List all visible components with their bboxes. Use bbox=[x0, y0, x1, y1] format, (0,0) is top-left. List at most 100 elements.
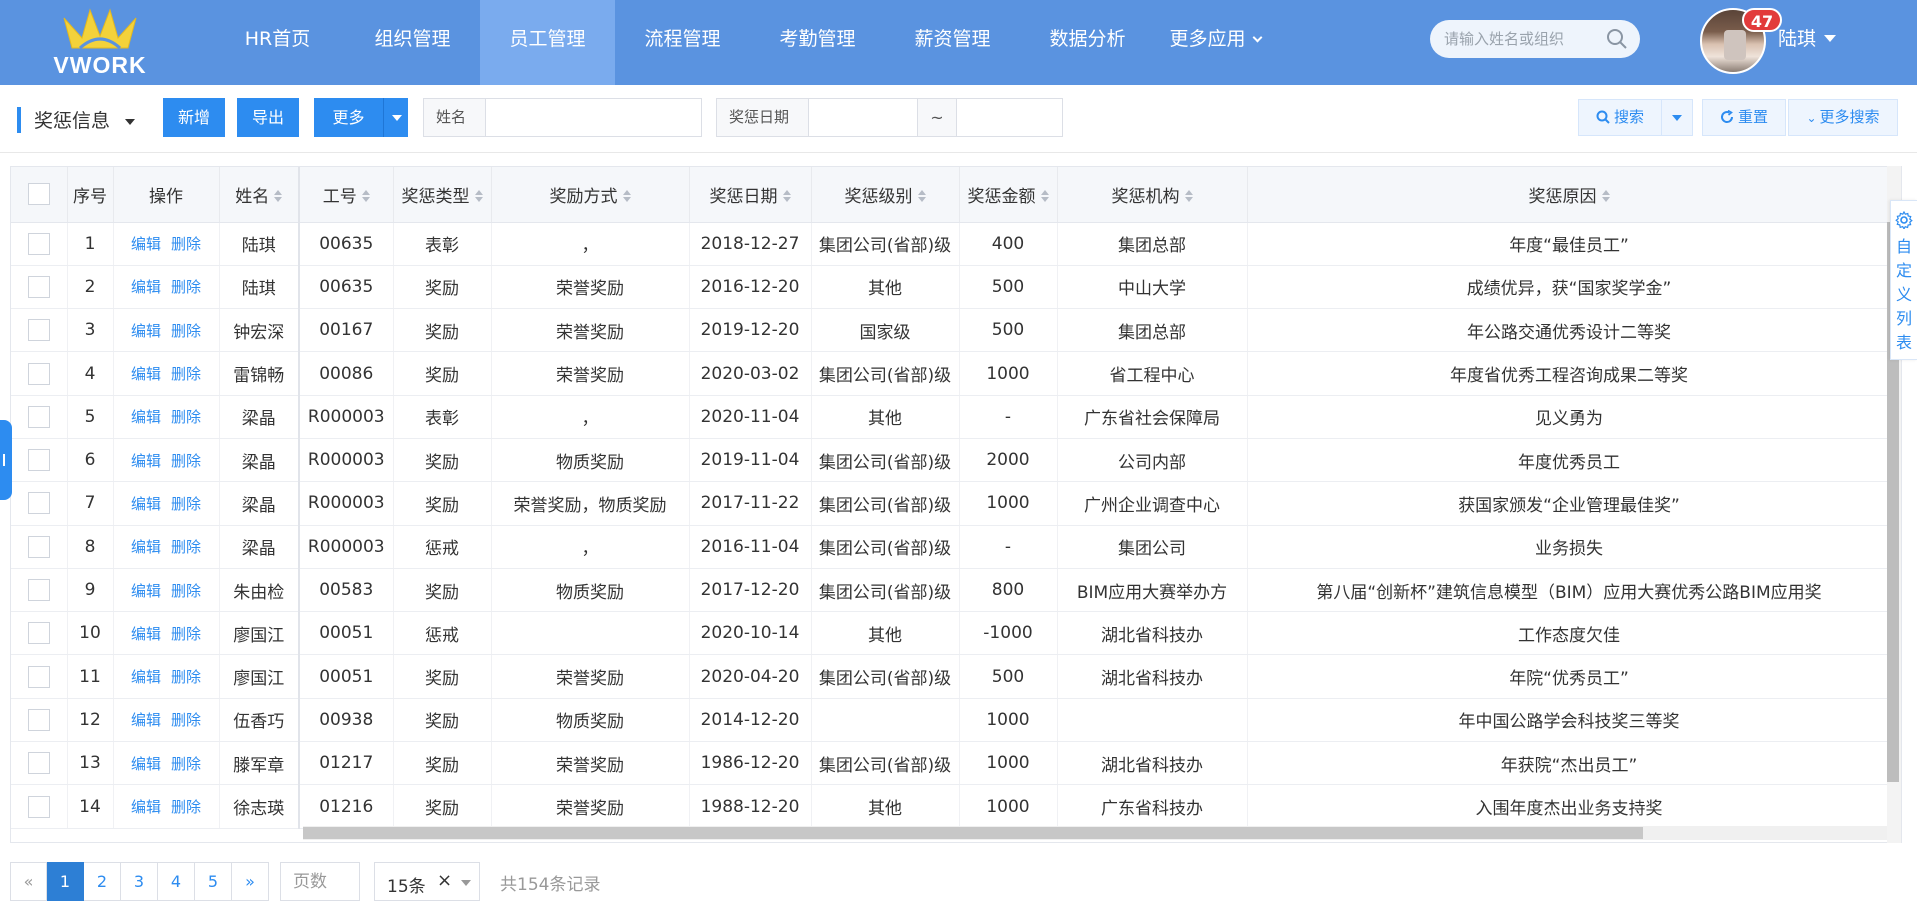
date-from-input[interactable] bbox=[811, 99, 911, 136]
prev-page-button[interactable]: « bbox=[10, 862, 47, 901]
table-row[interactable]: 10 编辑 删除 廖国江 00051 惩戒 2020-10-14 其他 -1000 湖北省科技办工… bbox=[11, 611, 1892, 656]
nav-item-more-apps[interactable]: 更多应用 bbox=[1155, 0, 1275, 85]
table-row[interactable]: 13 编辑 删除 滕军章 01217 奖励 荣誉奖励 1986-12-20 集团公司(省部)级 1… bbox=[11, 741, 1892, 786]
custom-columns-panel[interactable]: 自定义列表 bbox=[1890, 200, 1917, 360]
section-title-dropdown[interactable]: 奖惩信息 bbox=[34, 106, 110, 133]
row-checkbox[interactable] bbox=[27, 405, 50, 428]
search-icon[interactable] bbox=[1606, 28, 1628, 50]
table-row[interactable]: 4 编辑 删除 雷锦畅 00086 奖励 荣誉奖励 2020-03-02 集团公司(省部)级 10… bbox=[11, 351, 1892, 396]
col-header-type[interactable]: 奖惩类型 bbox=[393, 167, 492, 223]
table-row[interactable]: 6 编辑 删除 梁晶 R000003 奖励 物质奖励 2019-11-04 集团公司(省部)级 2… bbox=[11, 438, 1892, 483]
delete-link[interactable]: 删除 bbox=[171, 625, 201, 643]
sort-icon[interactable] bbox=[1601, 189, 1610, 202]
search-button[interactable]: 搜索 bbox=[1578, 99, 1662, 136]
select-all-checkbox[interactable] bbox=[27, 183, 50, 206]
delete-link[interactable]: 删除 bbox=[171, 365, 201, 383]
global-search-input[interactable] bbox=[1444, 29, 1604, 49]
row-checkbox[interactable] bbox=[27, 752, 50, 775]
reset-button[interactable]: 重置 bbox=[1702, 99, 1786, 136]
edit-link[interactable]: 编辑 bbox=[131, 625, 161, 643]
row-checkbox[interactable] bbox=[27, 579, 50, 602]
col-header-org[interactable]: 奖惩机构 bbox=[1057, 167, 1248, 223]
horizontal-scrollbar-thumb[interactable] bbox=[303, 827, 1643, 839]
table-row[interactable]: 8 编辑 删除 梁晶 R000003 惩戒， 2016-11-04 集团公司(省部)级 - 集团公… bbox=[11, 525, 1892, 569]
nav-item-salary[interactable]: 薪资管理 bbox=[885, 0, 1020, 85]
delete-link[interactable]: 删除 bbox=[171, 495, 201, 513]
edit-link[interactable]: 编辑 bbox=[131, 235, 161, 253]
col-header-id[interactable]: 工号 bbox=[299, 167, 394, 223]
delete-link[interactable]: 删除 bbox=[171, 408, 201, 426]
delete-link[interactable]: 删除 bbox=[171, 711, 201, 729]
delete-link[interactable]: 删除 bbox=[171, 582, 201, 600]
nav-item-hr-home[interactable]: HR首页 bbox=[210, 0, 345, 85]
name-filter-input[interactable] bbox=[488, 99, 698, 136]
edit-link[interactable]: 编辑 bbox=[131, 538, 161, 556]
col-header-level[interactable]: 奖惩级别 bbox=[811, 167, 960, 223]
left-collapse-handle[interactable] bbox=[0, 420, 12, 500]
delete-link[interactable]: 删除 bbox=[171, 668, 201, 686]
delete-link[interactable]: 删除 bbox=[171, 235, 201, 253]
export-button[interactable]: 导出 bbox=[237, 98, 299, 137]
nav-item-employee[interactable]: 员工管理 bbox=[480, 0, 615, 85]
row-checkbox[interactable] bbox=[27, 319, 50, 342]
row-checkbox[interactable] bbox=[27, 362, 50, 385]
nav-item-process[interactable]: 流程管理 bbox=[615, 0, 750, 85]
sort-icon[interactable] bbox=[917, 189, 926, 202]
page-2-button[interactable]: 2 bbox=[84, 862, 121, 901]
close-icon[interactable]: × bbox=[437, 870, 452, 891]
more-dropdown-toggle[interactable] bbox=[383, 98, 408, 137]
sort-icon[interactable] bbox=[1184, 189, 1193, 202]
row-checkbox[interactable] bbox=[27, 492, 50, 515]
row-checkbox[interactable] bbox=[27, 232, 50, 255]
edit-link[interactable]: 编辑 bbox=[131, 408, 161, 426]
table-row[interactable]: 14 编辑 删除 徐志瑛 01216 奖励 荣誉奖励 1988-12-20 其他 1000 广东省科… bbox=[11, 784, 1892, 829]
col-header-date[interactable]: 奖惩日期 bbox=[689, 167, 812, 223]
date-to-input[interactable] bbox=[959, 99, 1059, 136]
table-row[interactable]: 1 编辑 删除 陆琪 00635 表彰， 2018-12-27 集团公司(省部)级 400 集团总… bbox=[11, 222, 1892, 266]
search-options-toggle[interactable] bbox=[1662, 99, 1693, 136]
edit-link[interactable]: 编辑 bbox=[131, 365, 161, 383]
sort-icon[interactable] bbox=[1040, 189, 1049, 202]
page-4-button[interactable]: 4 bbox=[158, 862, 195, 901]
edit-link[interactable]: 编辑 bbox=[131, 452, 161, 470]
delete-link[interactable]: 删除 bbox=[171, 322, 201, 340]
table-row[interactable]: 3 编辑 删除 钟宏深 00167 奖励 荣誉奖励 2019-12-20 国家级 500 集团总部年… bbox=[11, 308, 1892, 353]
table-row[interactable]: 5 编辑 删除 梁晶 R000003 表彰， 2020-11-04 其他 - 广东省社会保障局 见义… bbox=[11, 395, 1892, 439]
add-button[interactable]: 新增 bbox=[163, 98, 225, 137]
sort-icon[interactable] bbox=[622, 189, 631, 202]
sort-icon[interactable] bbox=[474, 189, 483, 202]
col-header-amount[interactable]: 奖惩金额 bbox=[959, 167, 1058, 223]
edit-link[interactable]: 编辑 bbox=[131, 582, 161, 600]
row-checkbox[interactable] bbox=[27, 795, 50, 818]
edit-link[interactable]: 编辑 bbox=[131, 755, 161, 773]
page-3-button[interactable]: 3 bbox=[121, 862, 158, 901]
delete-link[interactable]: 删除 bbox=[171, 538, 201, 556]
table-row[interactable]: 11 编辑 删除 廖国江 00051 奖励 荣誉奖励 2020-04-20 集团公司(省部)级 5… bbox=[11, 654, 1892, 699]
delete-link[interactable]: 删除 bbox=[171, 278, 201, 296]
caret-down-icon[interactable] bbox=[125, 119, 135, 125]
delete-link[interactable]: 删除 bbox=[171, 798, 201, 816]
notification-badge[interactable]: 47 bbox=[1742, 8, 1782, 32]
sort-icon[interactable] bbox=[274, 189, 283, 202]
nav-item-attendance[interactable]: 考勤管理 bbox=[750, 0, 885, 85]
caret-down-icon[interactable] bbox=[1824, 35, 1836, 42]
edit-link[interactable]: 编辑 bbox=[131, 798, 161, 816]
table-row[interactable]: 2 编辑 删除 陆琪 00635 奖励 荣誉奖励 2016-12-20 其他 500 中山大学 成绩优… bbox=[11, 265, 1892, 310]
table-row[interactable]: 7 编辑 删除 梁晶 R000003 奖励 荣誉奖励，物质奖励 2017-11-22 集团公司(… bbox=[11, 481, 1892, 526]
row-checkbox[interactable] bbox=[27, 275, 50, 298]
table-row[interactable]: 12 编辑 删除 伍香巧 00938 奖励 物质奖励 2014-12-20 1000 年中国公路学… bbox=[11, 698, 1892, 743]
row-checkbox[interactable] bbox=[27, 449, 50, 472]
more-button[interactable]: 更多 bbox=[314, 98, 383, 137]
row-checkbox[interactable] bbox=[27, 622, 50, 645]
edit-link[interactable]: 编辑 bbox=[131, 668, 161, 686]
delete-link[interactable]: 删除 bbox=[171, 452, 201, 470]
row-checkbox[interactable] bbox=[27, 708, 50, 731]
more-search-button[interactable]: ⌄ 更多搜索 bbox=[1788, 99, 1898, 136]
nav-item-org[interactable]: 组织管理 bbox=[345, 0, 480, 85]
page-1-button[interactable]: 1 bbox=[47, 862, 84, 901]
edit-link[interactable]: 编辑 bbox=[131, 495, 161, 513]
col-header-name[interactable]: 姓名 bbox=[219, 167, 300, 223]
edit-link[interactable]: 编辑 bbox=[131, 711, 161, 729]
page-5-button[interactable]: 5 bbox=[195, 862, 232, 901]
page-size-select[interactable]: 15条 × bbox=[374, 862, 480, 901]
